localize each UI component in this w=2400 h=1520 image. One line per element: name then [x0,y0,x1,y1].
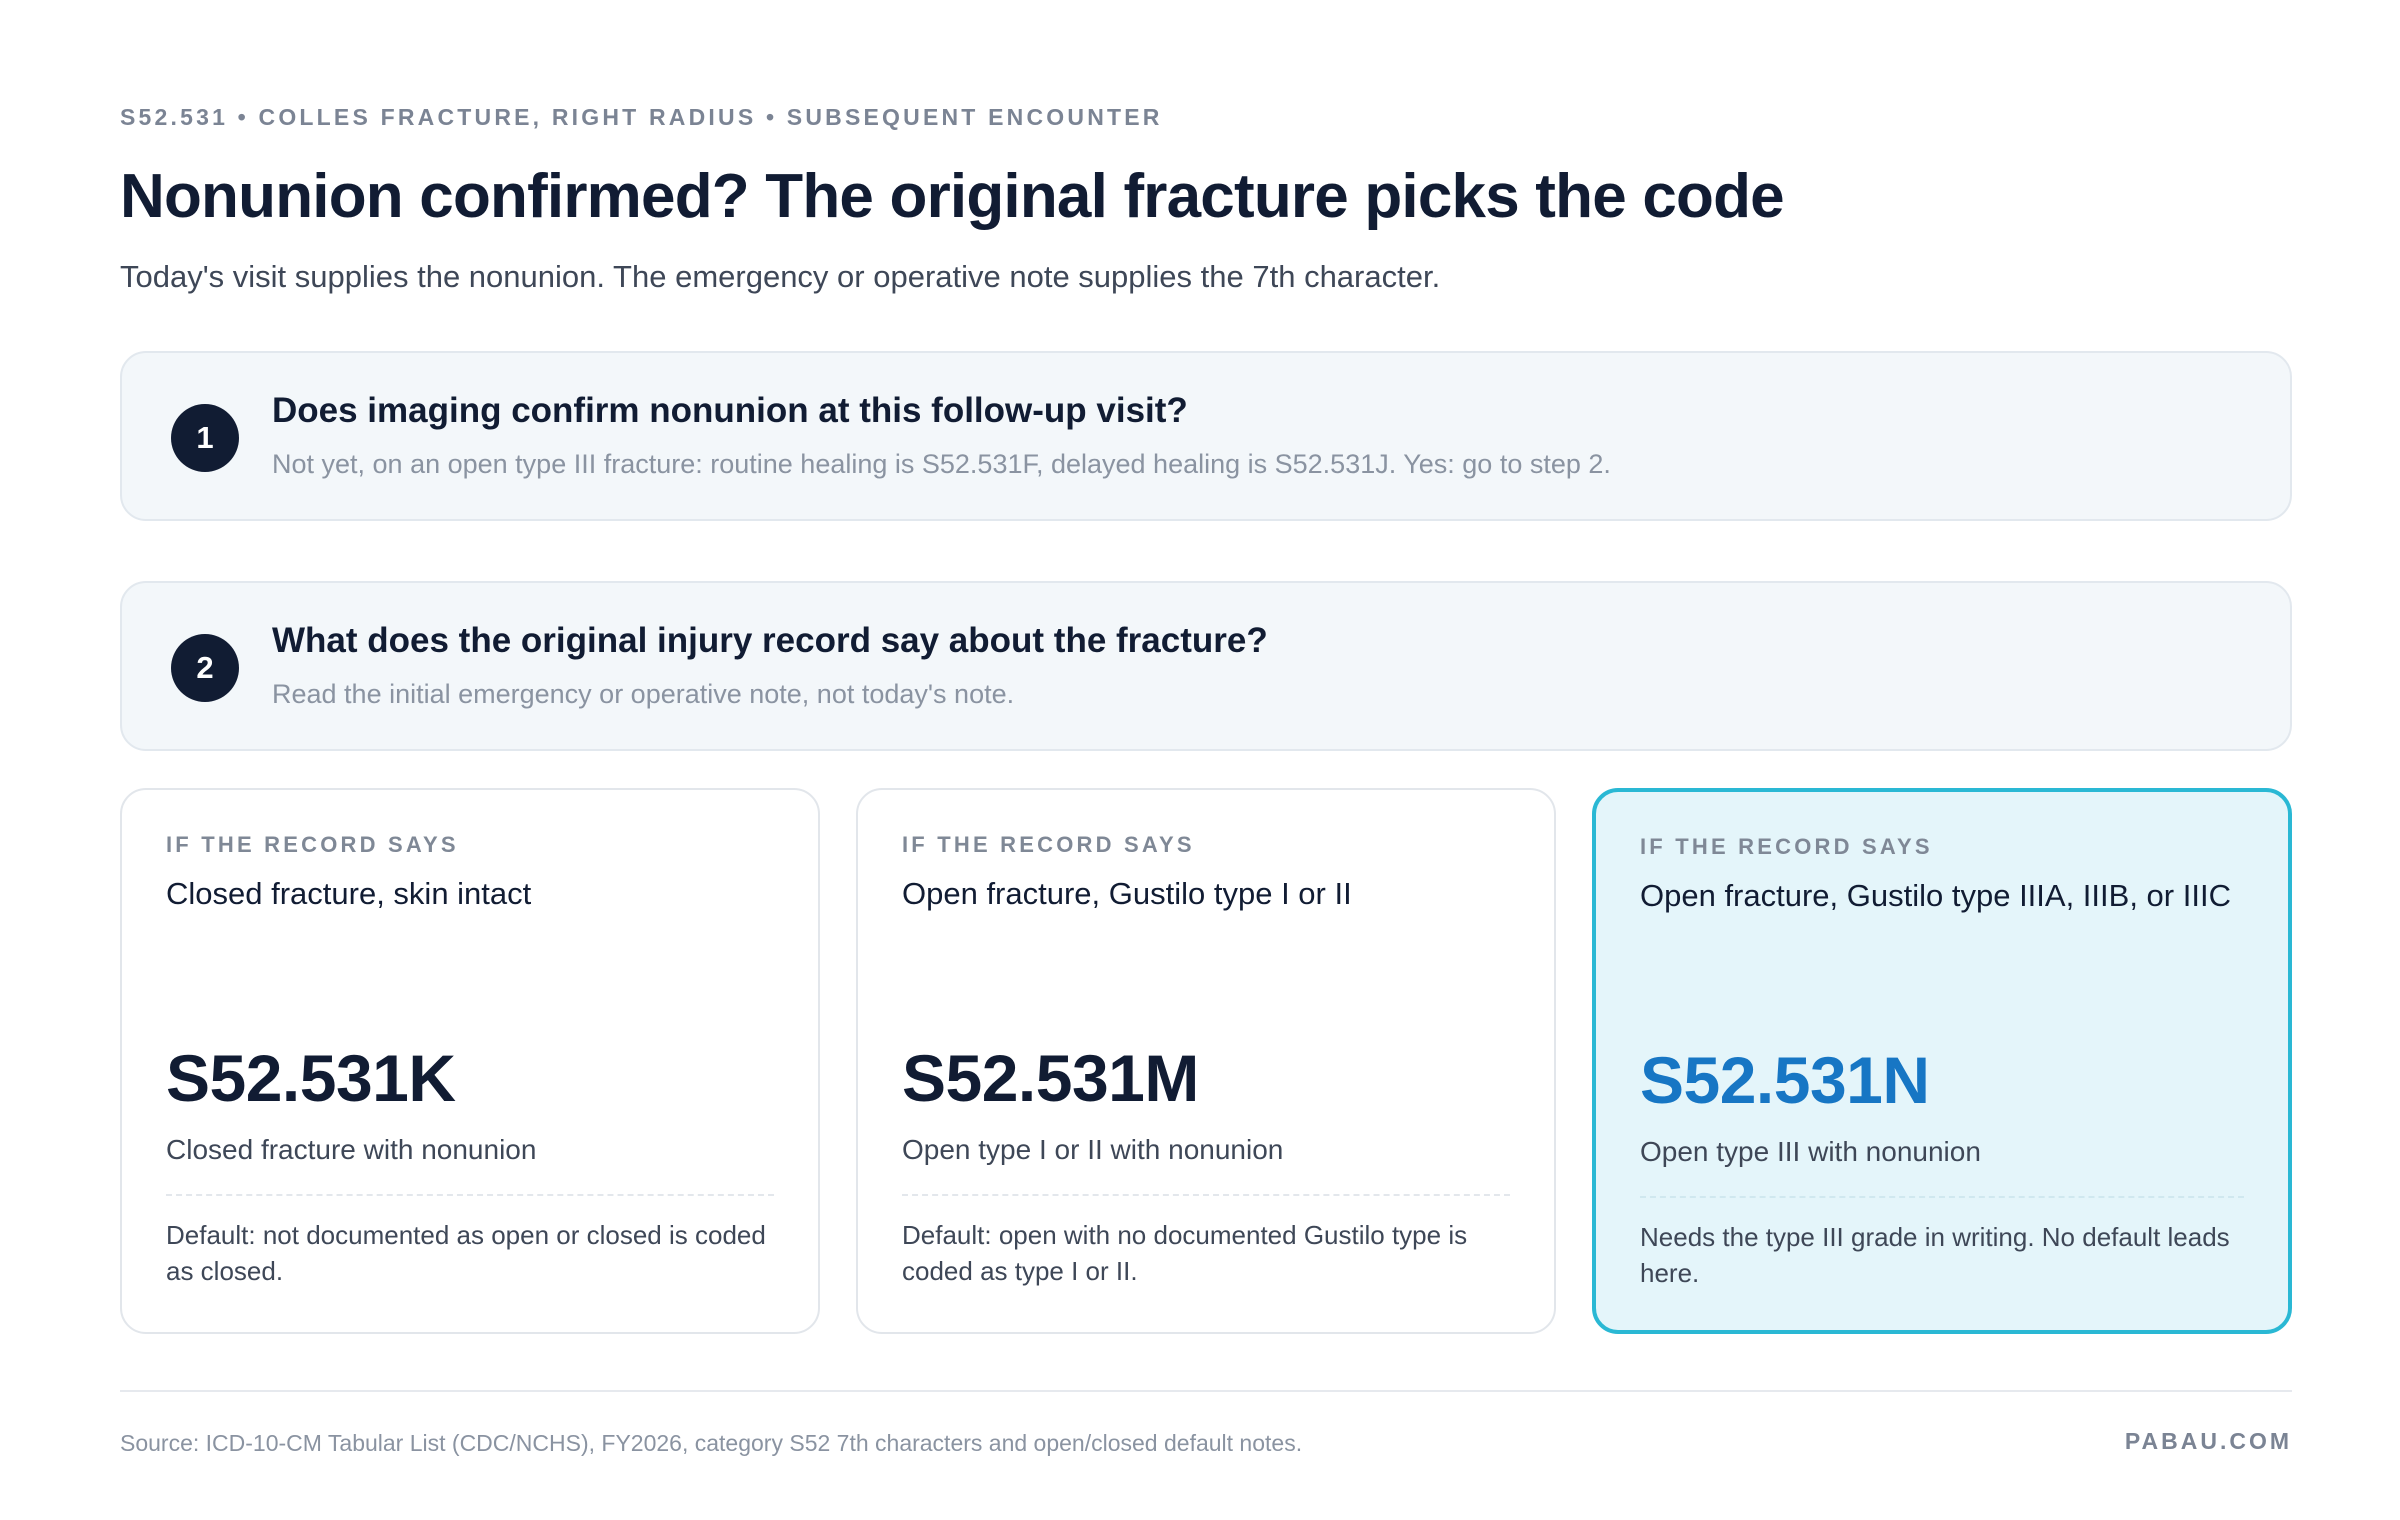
card-condition: Open fracture, Gustilo type IIIA, IIIB, … [1640,878,2231,913]
step-2-question: What does the original injury record say… [272,621,1268,660]
card-label: IF THE RECORD SAYS [902,832,1195,857]
card-code: S52.531K [166,1041,456,1115]
footer-divider [120,1390,2292,1392]
outcome-card-open-type-i-ii: IF THE RECORD SAYS Open fracture, Gustil… [856,788,1556,1334]
step-1-number-badge: 1 [171,404,239,472]
page-subtitle: Today's visit supplies the nonunion. The… [120,259,1441,295]
card-note: Default: not documented as open or close… [166,1220,766,1286]
card-divider [166,1194,774,1196]
card-divider [902,1194,1510,1196]
card-description: Open type III with nonunion [1640,1136,1981,1167]
eyebrow: S52.531 • COLLES FRACTURE, RIGHT RADIUS … [120,104,1163,130]
outcome-cards: IF THE RECORD SAYS Closed fracture, skin… [120,788,2292,1334]
card-divider [1640,1196,2244,1198]
page: S52.531 • COLLES FRACTURE, RIGHT RADIUS … [120,104,2292,1456]
card-label: IF THE RECORD SAYS [1640,834,1933,859]
card-condition: Open fracture, Gustilo type I or II [902,876,1352,911]
card-note: Default: open with no documented Gustilo… [902,1220,1468,1286]
outcome-card-open-type-iii-highlighted: IF THE RECORD SAYS Open fracture, Gustil… [1592,788,2292,1334]
card-description: Open type I or II with nonunion [902,1134,1284,1165]
card-code: S52.531M [902,1041,1199,1115]
step-2-box: 2 What does the original injury record s… [120,581,2292,751]
card-code: S52.531N [1640,1043,1930,1117]
card-label: IF THE RECORD SAYS [166,832,459,857]
outcome-card-closed: IF THE RECORD SAYS Closed fracture, skin… [120,788,820,1334]
card-note: Needs the type III grade in writing. No … [1640,1222,2230,1288]
step-2-number-badge: 2 [171,634,239,702]
brand-wordmark: PABAU.COM [2124,1428,2292,1454]
step-1-question: Does imaging confirm nonunion at this fo… [272,391,1188,430]
page-title: Nonunion confirmed? The original fractur… [120,162,1785,231]
step-1-hint: Not yet, on an open type III fracture: r… [272,449,1611,479]
step-1-box: 1 Does imaging confirm nonunion at this … [120,351,2292,521]
card-description: Closed fracture with nonunion [166,1134,537,1165]
card-condition: Closed fracture, skin intact [166,876,532,911]
source-citation: Source: ICD-10-CM Tabular List (CDC/NCHS… [120,1430,1303,1456]
step-2-hint: Read the initial emergency or operative … [272,679,1015,709]
